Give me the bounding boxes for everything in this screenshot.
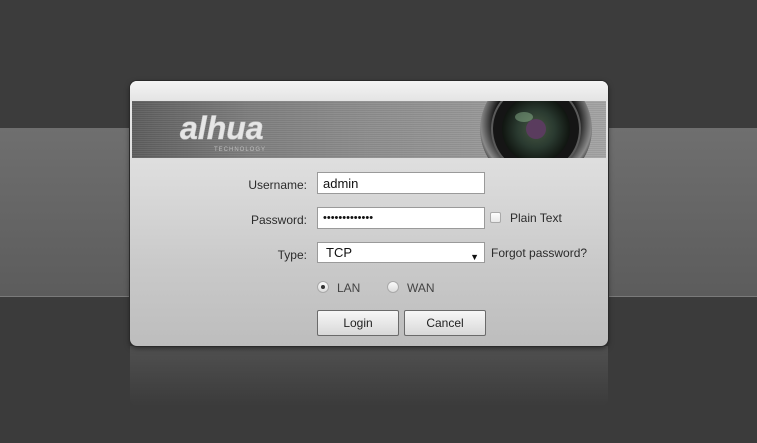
brand-banner: alhua TECHNOLOGY <box>132 101 606 158</box>
username-input[interactable] <box>317 172 485 194</box>
chevron-down-icon: ▼ <box>470 252 479 262</box>
dialog-title-bar <box>130 81 608 101</box>
brand-logo: alhua TECHNOLOGY <box>180 110 266 153</box>
wan-radio[interactable] <box>387 281 399 293</box>
dialog-reflection <box>130 346 608 406</box>
type-select-value: TCP <box>326 245 352 260</box>
forgot-password-link[interactable]: Forgot password? <box>491 246 587 260</box>
lan-label: LAN <box>337 281 361 295</box>
camera-lens-icon <box>480 101 592 158</box>
password-input[interactable]: ••••••••••••• <box>317 207 485 229</box>
username-label: Username: <box>248 178 307 192</box>
plain-text-label: Plain Text <box>510 211 562 225</box>
plain-text-checkbox[interactable] <box>490 212 501 223</box>
svg-text:TECHNOLOGY: TECHNOLOGY <box>214 147 266 153</box>
type-select[interactable]: TCP ▼ <box>317 242 485 263</box>
cancel-button[interactable]: Cancel <box>404 310 486 336</box>
type-label: Type: <box>277 248 307 262</box>
login-button[interactable]: Login <box>317 310 399 336</box>
password-label: Password: <box>250 213 307 227</box>
lan-radio[interactable] <box>317 281 329 293</box>
svg-text:alhua: alhua <box>180 110 264 146</box>
wan-label: WAN <box>407 281 435 295</box>
